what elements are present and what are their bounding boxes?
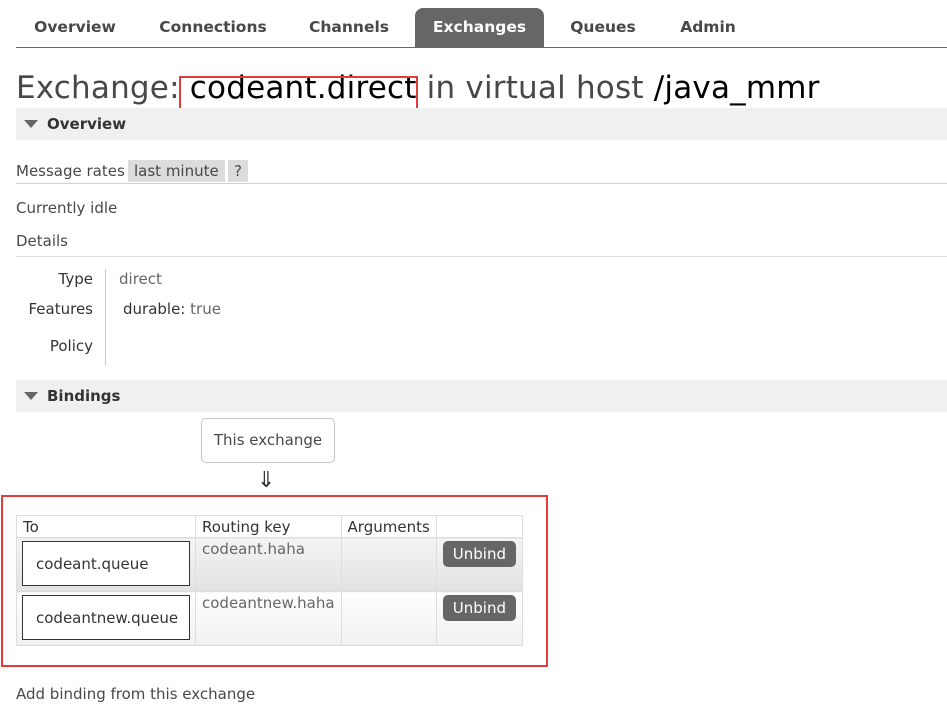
collapse-triangle-icon: [24, 392, 38, 400]
tab-admin[interactable]: Admin: [664, 8, 752, 47]
status-text: Currently idle: [16, 199, 118, 217]
help-button[interactable]: ?: [228, 160, 248, 182]
binding-destination-cell: codeant.queue: [16, 537, 196, 592]
overview-header-label: Overview: [47, 115, 127, 133]
tab-overview[interactable]: Overview: [16, 8, 134, 47]
action-cell: Unbind: [435, 537, 524, 592]
overview-section-header[interactable]: Overview: [16, 108, 947, 140]
bindings-header-label: Bindings: [47, 387, 121, 405]
bindings-section-header[interactable]: Bindings: [16, 380, 947, 412]
bindings-table: To Routing key Arguments codeant.queue c…: [16, 515, 524, 646]
column-header-arguments: Arguments: [340, 515, 437, 538]
feature-key: durable:: [123, 300, 186, 318]
queue-link[interactable]: codeantnew.queue: [22, 595, 190, 640]
policy-label: Policy: [49, 337, 93, 355]
table-row: codeant.queue codeant.haha Unbind: [16, 537, 524, 592]
add-binding-link[interactable]: Add binding from this exchange: [16, 685, 255, 703]
title-middle: in virtual host: [416, 70, 654, 106]
type-value: direct: [119, 270, 162, 288]
arguments-cell: [340, 537, 437, 592]
arguments-cell: [340, 591, 437, 646]
main-nav: Overview Connections Channels Exchanges …: [16, 8, 947, 48]
features-label: Features: [28, 300, 94, 318]
table-header-row: To Routing key Arguments: [16, 515, 524, 538]
rate-period-selector[interactable]: last minute: [128, 160, 225, 182]
binding-destination-cell: codeantnew.queue: [16, 591, 196, 646]
table-row: codeantnew.queue codeantnew.haha Unbind: [16, 591, 524, 646]
tab-queues[interactable]: Queues: [553, 8, 653, 47]
title-prefix: Exchange:: [16, 70, 190, 106]
down-arrow-icon: ⇓: [257, 468, 276, 493]
column-header-routing-key: Routing key: [195, 515, 342, 538]
routing-key-cell: codeant.haha: [195, 537, 342, 592]
tab-exchanges[interactable]: Exchanges: [415, 8, 544, 47]
message-rates-row: Message rates last minute ?: [16, 160, 947, 184]
message-rates-label: Message rates: [16, 162, 125, 180]
routing-key-cell: codeantnew.haha: [195, 591, 342, 646]
column-header-action: [435, 515, 524, 538]
tab-channels[interactable]: Channels: [292, 8, 406, 47]
collapse-triangle-icon: [24, 120, 38, 128]
details-table: Type direct Features durable: true Polic…: [16, 256, 947, 368]
vhost-name: /java_mmr: [653, 70, 820, 106]
column-header-to: To: [16, 515, 196, 538]
features-value: durable: true: [123, 300, 221, 318]
unbind-button[interactable]: Unbind: [442, 541, 516, 567]
details-divider: [105, 269, 106, 366]
details-label: Details: [16, 232, 69, 250]
unbind-button[interactable]: Unbind: [442, 595, 516, 621]
action-cell: Unbind: [435, 591, 524, 646]
queue-link[interactable]: codeant.queue: [22, 541, 190, 586]
this-exchange-box: This exchange: [201, 418, 335, 463]
feature-value: true: [190, 300, 221, 318]
tab-connections[interactable]: Connections: [146, 8, 280, 47]
type-label: Type: [58, 270, 93, 288]
